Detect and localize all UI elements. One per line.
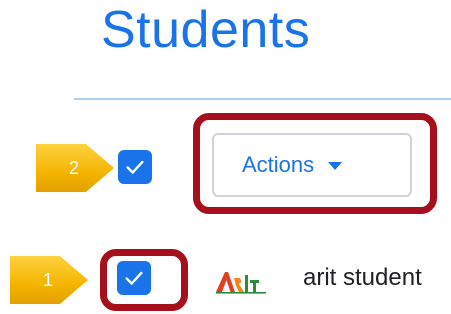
step-number: 2 bbox=[68, 158, 79, 178]
checkbox-highlight-frame bbox=[100, 249, 188, 311]
step-badge-1: 1 bbox=[10, 256, 88, 304]
select-all-checkbox[interactable] bbox=[118, 150, 152, 184]
title-divider bbox=[74, 98, 451, 100]
student-name[interactable]: arit student bbox=[303, 264, 422, 292]
step-number: 1 bbox=[42, 270, 53, 290]
step-badge-2: 2 bbox=[36, 144, 114, 192]
actions-highlight-frame bbox=[193, 113, 437, 214]
checkmark-icon bbox=[126, 160, 144, 174]
page-title: Students bbox=[101, 1, 311, 59]
arit-logo-icon bbox=[216, 272, 266, 294]
